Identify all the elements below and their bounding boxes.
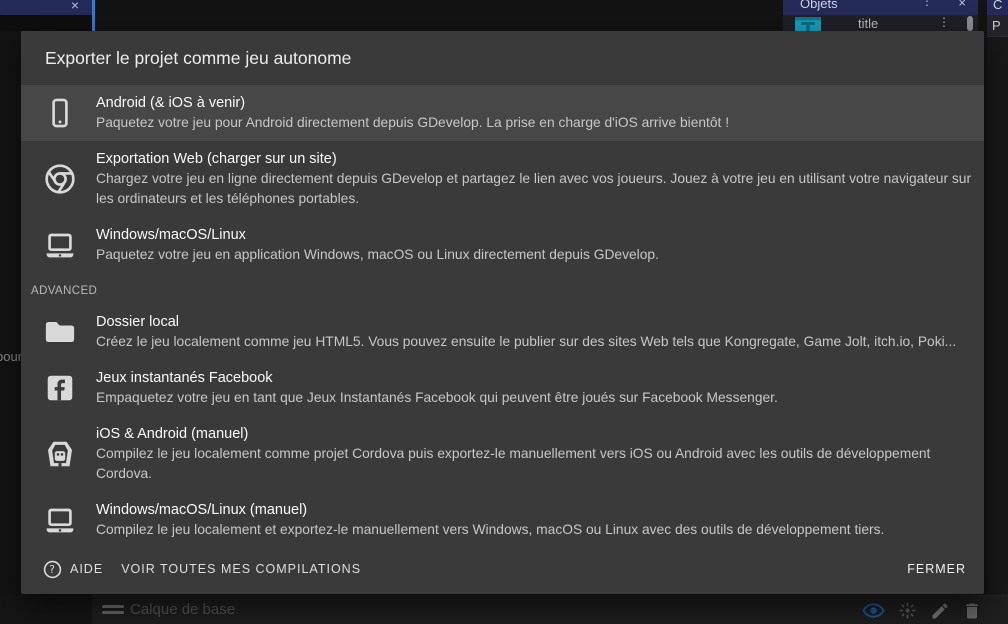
option-title: Windows/macOS/Linux (manuel) [96, 500, 976, 520]
export-option-cordova[interactable]: iOS & Android (manuel) Compilez le jeu l… [21, 416, 984, 492]
background-window-body [0, 15, 92, 31]
pencil-icon[interactable] [930, 601, 950, 621]
kebab-menu-icon[interactable]: ⋮ [921, 0, 933, 8]
close-dialog-button[interactable]: FERMER [905, 558, 968, 580]
object-list-item[interactable]: title ⋮ [783, 15, 978, 31]
objects-panel-header[interactable]: Objets ⋮ × [783, 0, 978, 15]
smartphone-icon [44, 97, 76, 129]
chrome-icon [44, 163, 76, 195]
option-description: Empaquetez votre jeu en tant que Jeux In… [96, 388, 976, 408]
close-icon[interactable]: × [71, 0, 79, 13]
export-option-local-folder[interactable]: Dossier local Créez le jeu localement co… [21, 304, 984, 360]
export-option-desktop-manual[interactable]: Windows/macOS/Linux (manuel) Compilez le… [21, 492, 984, 548]
center-view-icon[interactable] [897, 600, 918, 621]
facebook-icon [44, 372, 76, 404]
object-name: title [858, 16, 878, 31]
option-title: Jeux instantanés Facebook [96, 368, 976, 388]
eye-icon[interactable] [862, 599, 885, 622]
option-description: Paquetez votre jeu pour Android directem… [96, 113, 976, 133]
option-title: Dossier local [96, 312, 976, 332]
option-title: iOS & Android (manuel) [96, 424, 976, 444]
option-description: Chargez votre jeu en ligne directement d… [96, 169, 976, 209]
option-title: Android (& iOS à venir) [96, 93, 976, 113]
option-title: Exportation Web (charger sur un site) [96, 149, 976, 169]
layer-name: Calque de base [130, 601, 235, 618]
layer-row[interactable]: Calque de base [92, 595, 1008, 624]
folder-icon [44, 316, 76, 348]
close-icon[interactable]: × [958, 0, 966, 10]
view-builds-button[interactable]: VOIR TOUTES MES COMPILATIONS [119, 558, 363, 580]
export-option-desktop[interactable]: Windows/macOS/Linux Paquetez votre jeu e… [21, 217, 984, 273]
export-option-web[interactable]: Exportation Web (charger sur un site) Ch… [21, 141, 984, 217]
right-panel-header: C [987, 0, 1008, 15]
dialog-actions: ? AIDE VOIR TOUTES MES COMPILATIONS FERM… [41, 556, 968, 582]
cordova-icon [44, 438, 76, 470]
text-object-icon [795, 17, 821, 31]
export-option-facebook[interactable]: Jeux instantanés Facebook Empaquetez vot… [21, 360, 984, 416]
export-option-android[interactable]: Android (& iOS à venir) Paquetez votre j… [21, 85, 984, 141]
option-title: Windows/macOS/Linux [96, 225, 976, 245]
background-window-header: × [0, 0, 92, 15]
scrollbar-thumb[interactable] [967, 16, 973, 31]
dialog-titlebar: Exporter le projet comme jeu autonome [21, 31, 984, 85]
help-button[interactable]: ? AIDE [41, 556, 105, 583]
option-description: Créez le jeu localement comme jeu HTML5.… [96, 332, 976, 352]
option-description: Compilez le jeu localement et exportez-l… [96, 520, 976, 540]
svg-text:?: ? [49, 564, 55, 576]
advanced-section-label: ADVANCED [21, 273, 984, 304]
right-side-panel: C P [987, 0, 1008, 595]
export-dialog: Exporter le projet comme jeu autonome An… [21, 31, 984, 594]
clipped-text-fragment: bour [0, 349, 22, 364]
laptop-icon [44, 229, 76, 261]
view-builds-label: VOIR TOUTES MES COMPILATIONS [121, 562, 361, 576]
background-editor-area [95, 0, 783, 31]
laptop-icon [44, 504, 76, 536]
option-description: Compilez le jeu localement comme projet … [96, 444, 976, 484]
drag-handle-icon[interactable] [102, 605, 124, 617]
objects-panel: Objets ⋮ × title ⋮ [783, 0, 978, 31]
dialog-title: Exporter le projet comme jeu autonome [45, 48, 351, 69]
help-button-label: AIDE [70, 562, 103, 576]
help-circle-icon: ? [43, 560, 62, 579]
trash-icon[interactable] [962, 601, 982, 621]
option-description: Paquetez votre jeu en application Window… [96, 245, 976, 265]
close-button-label: FERMER [907, 562, 966, 576]
objects-panel-title: Objets [800, 0, 838, 11]
right-panel-label: P [987, 15, 1008, 37]
gdevelop-app: × Objets ⋮ × title ⋮ C P [0, 0, 1008, 624]
bottom-left-strip [0, 595, 92, 624]
kebab-menu-icon[interactable]: ⋮ [938, 15, 950, 29]
